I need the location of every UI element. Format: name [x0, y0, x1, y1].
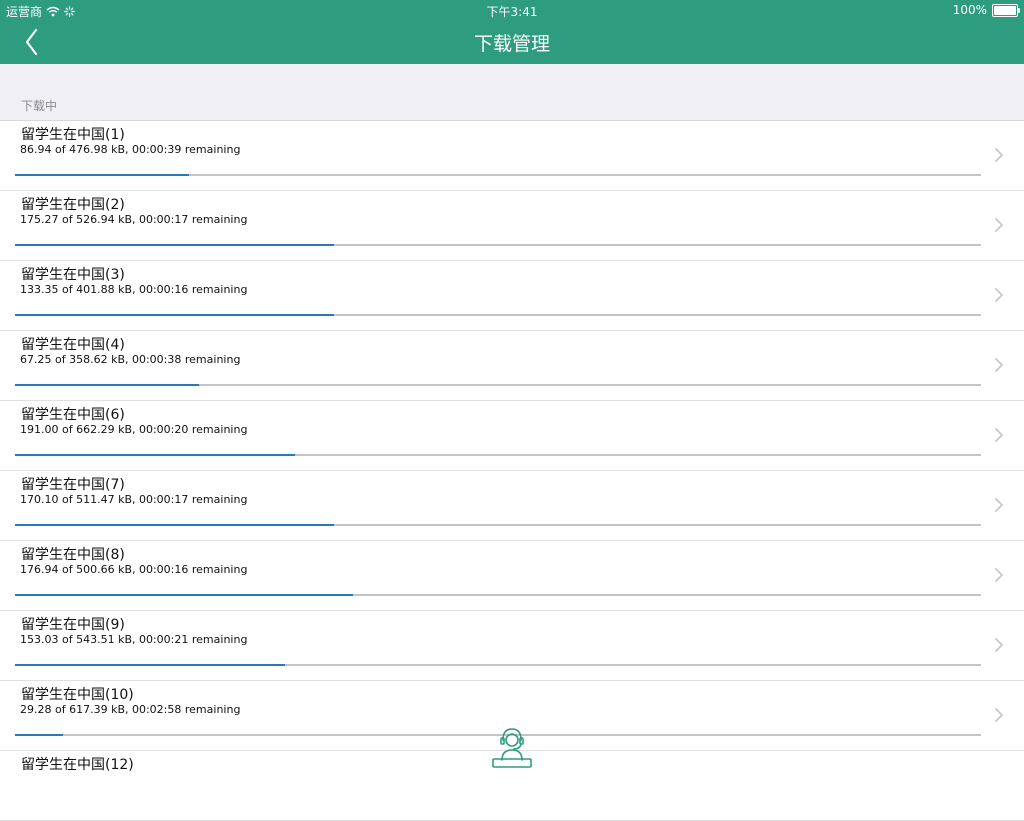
page-title: 下载管理 [473, 33, 550, 55]
customer-service-button[interactable] [490, 726, 534, 768]
chevron-right-icon [995, 428, 1003, 442]
download-list: 留学生在中国(1) 86.94 of 476.98 kB, 00:00:39 re… [0, 121, 1024, 821]
battery-icon [992, 3, 1020, 17]
download-progress-text: 86.94 of 476.98 kB, 00:00:39 remaining [20, 143, 241, 156]
download-title: 留学生在中国(1) [21, 127, 125, 143]
progress-bar-fill [15, 594, 353, 596]
progress-bar-track [15, 384, 981, 386]
chevron-right-icon [995, 498, 1003, 512]
progress-bar-track [15, 524, 981, 526]
download-title: 留学生在中国(8) [21, 547, 125, 563]
download-row[interactable]: 留学生在中国(6) 191.00 of 662.29 kB, 00:00:20 r… [0, 401, 1024, 471]
download-title: 留学生在中国(9) [21, 617, 125, 633]
navigation-bar: 下载管理 [0, 20, 1024, 64]
section-header: 下载中 [0, 64, 1024, 121]
progress-bar-fill [15, 314, 334, 316]
download-row[interactable]: 留学生在中国(8) 176.94 of 500.66 kB, 00:00:16 r… [0, 541, 1024, 611]
chevron-right-icon [995, 288, 1003, 302]
download-progress-text: 170.10 of 511.47 kB, 00:00:17 remaining [20, 493, 248, 506]
progress-bar-fill [15, 524, 334, 526]
download-row[interactable]: 留学生在中国(7) 170.10 of 511.47 kB, 00:00:17 r… [0, 471, 1024, 541]
progress-bar-fill [15, 384, 199, 386]
download-progress-text: 67.25 of 358.62 kB, 00:00:38 remaining [20, 353, 241, 366]
download-title: 留学生在中国(4) [21, 337, 125, 353]
status-bar: 运营商 下午3:41 100% [0, 0, 1024, 20]
chevron-right-icon [995, 568, 1003, 582]
download-row[interactable]: 留学生在中国(9) 153.03 of 543.51 kB, 00:00:21 r… [0, 611, 1024, 681]
download-progress-text: 153.03 of 543.51 kB, 00:00:21 remaining [20, 633, 248, 646]
progress-bar-track [15, 454, 981, 456]
download-title: 留学生在中国(7) [21, 477, 125, 493]
progress-bar-track [15, 594, 981, 596]
chevron-right-icon [995, 708, 1003, 722]
top-bar: 运营商 下午3:41 100% 下载管理 [0, 0, 1024, 64]
download-title: 留学生在中国(6) [21, 407, 125, 423]
customer-service-icon [492, 728, 532, 768]
progress-bar-fill [15, 454, 295, 456]
status-time: 下午3:41 [486, 5, 538, 19]
download-row[interactable]: 留学生在中国(3) 133.35 of 401.88 kB, 00:00:16 r… [0, 261, 1024, 331]
download-progress-text: 133.35 of 401.88 kB, 00:00:16 remaining [20, 283, 248, 296]
download-progress-text: 29.28 of 617.39 kB, 00:02:58 remaining [20, 703, 241, 716]
progress-bar-track [15, 664, 981, 666]
progress-bar-track [15, 174, 981, 176]
status-battery-group: 100% [952, 3, 1020, 17]
section-title-downloading: 下载中 [21, 99, 58, 113]
download-progress-text: 191.00 of 662.29 kB, 00:00:20 remaining [20, 423, 248, 436]
progress-bar-fill [15, 174, 189, 176]
download-title: 留学生在中国(12) [21, 757, 134, 773]
progress-bar-track [15, 314, 981, 316]
download-progress-text: 176.94 of 500.66 kB, 00:00:16 remaining [20, 563, 248, 576]
download-row[interactable]: 留学生在中国(1) 86.94 of 476.98 kB, 00:00:39 re… [0, 121, 1024, 191]
download-row[interactable]: 留学生在中国(2) 175.27 of 526.94 kB, 00:00:17 r… [0, 191, 1024, 261]
chevron-right-icon [995, 148, 1003, 162]
chevron-right-icon [995, 358, 1003, 372]
download-progress-text: 175.27 of 526.94 kB, 00:00:17 remaining [20, 213, 248, 226]
chevron-right-icon [995, 638, 1003, 652]
download-title: 留学生在中国(2) [21, 197, 125, 213]
progress-bar-fill [15, 664, 285, 666]
chevron-right-icon [995, 218, 1003, 232]
progress-bar-fill [15, 734, 63, 736]
battery-percent: 100% [952, 3, 987, 17]
progress-bar-fill [15, 244, 334, 246]
download-title: 留学生在中国(10) [21, 687, 134, 703]
download-title: 留学生在中国(3) [21, 267, 125, 283]
download-row[interactable]: 留学生在中国(4) 67.25 of 358.62 kB, 00:00:38 re… [0, 331, 1024, 401]
progress-bar-track [15, 244, 981, 246]
